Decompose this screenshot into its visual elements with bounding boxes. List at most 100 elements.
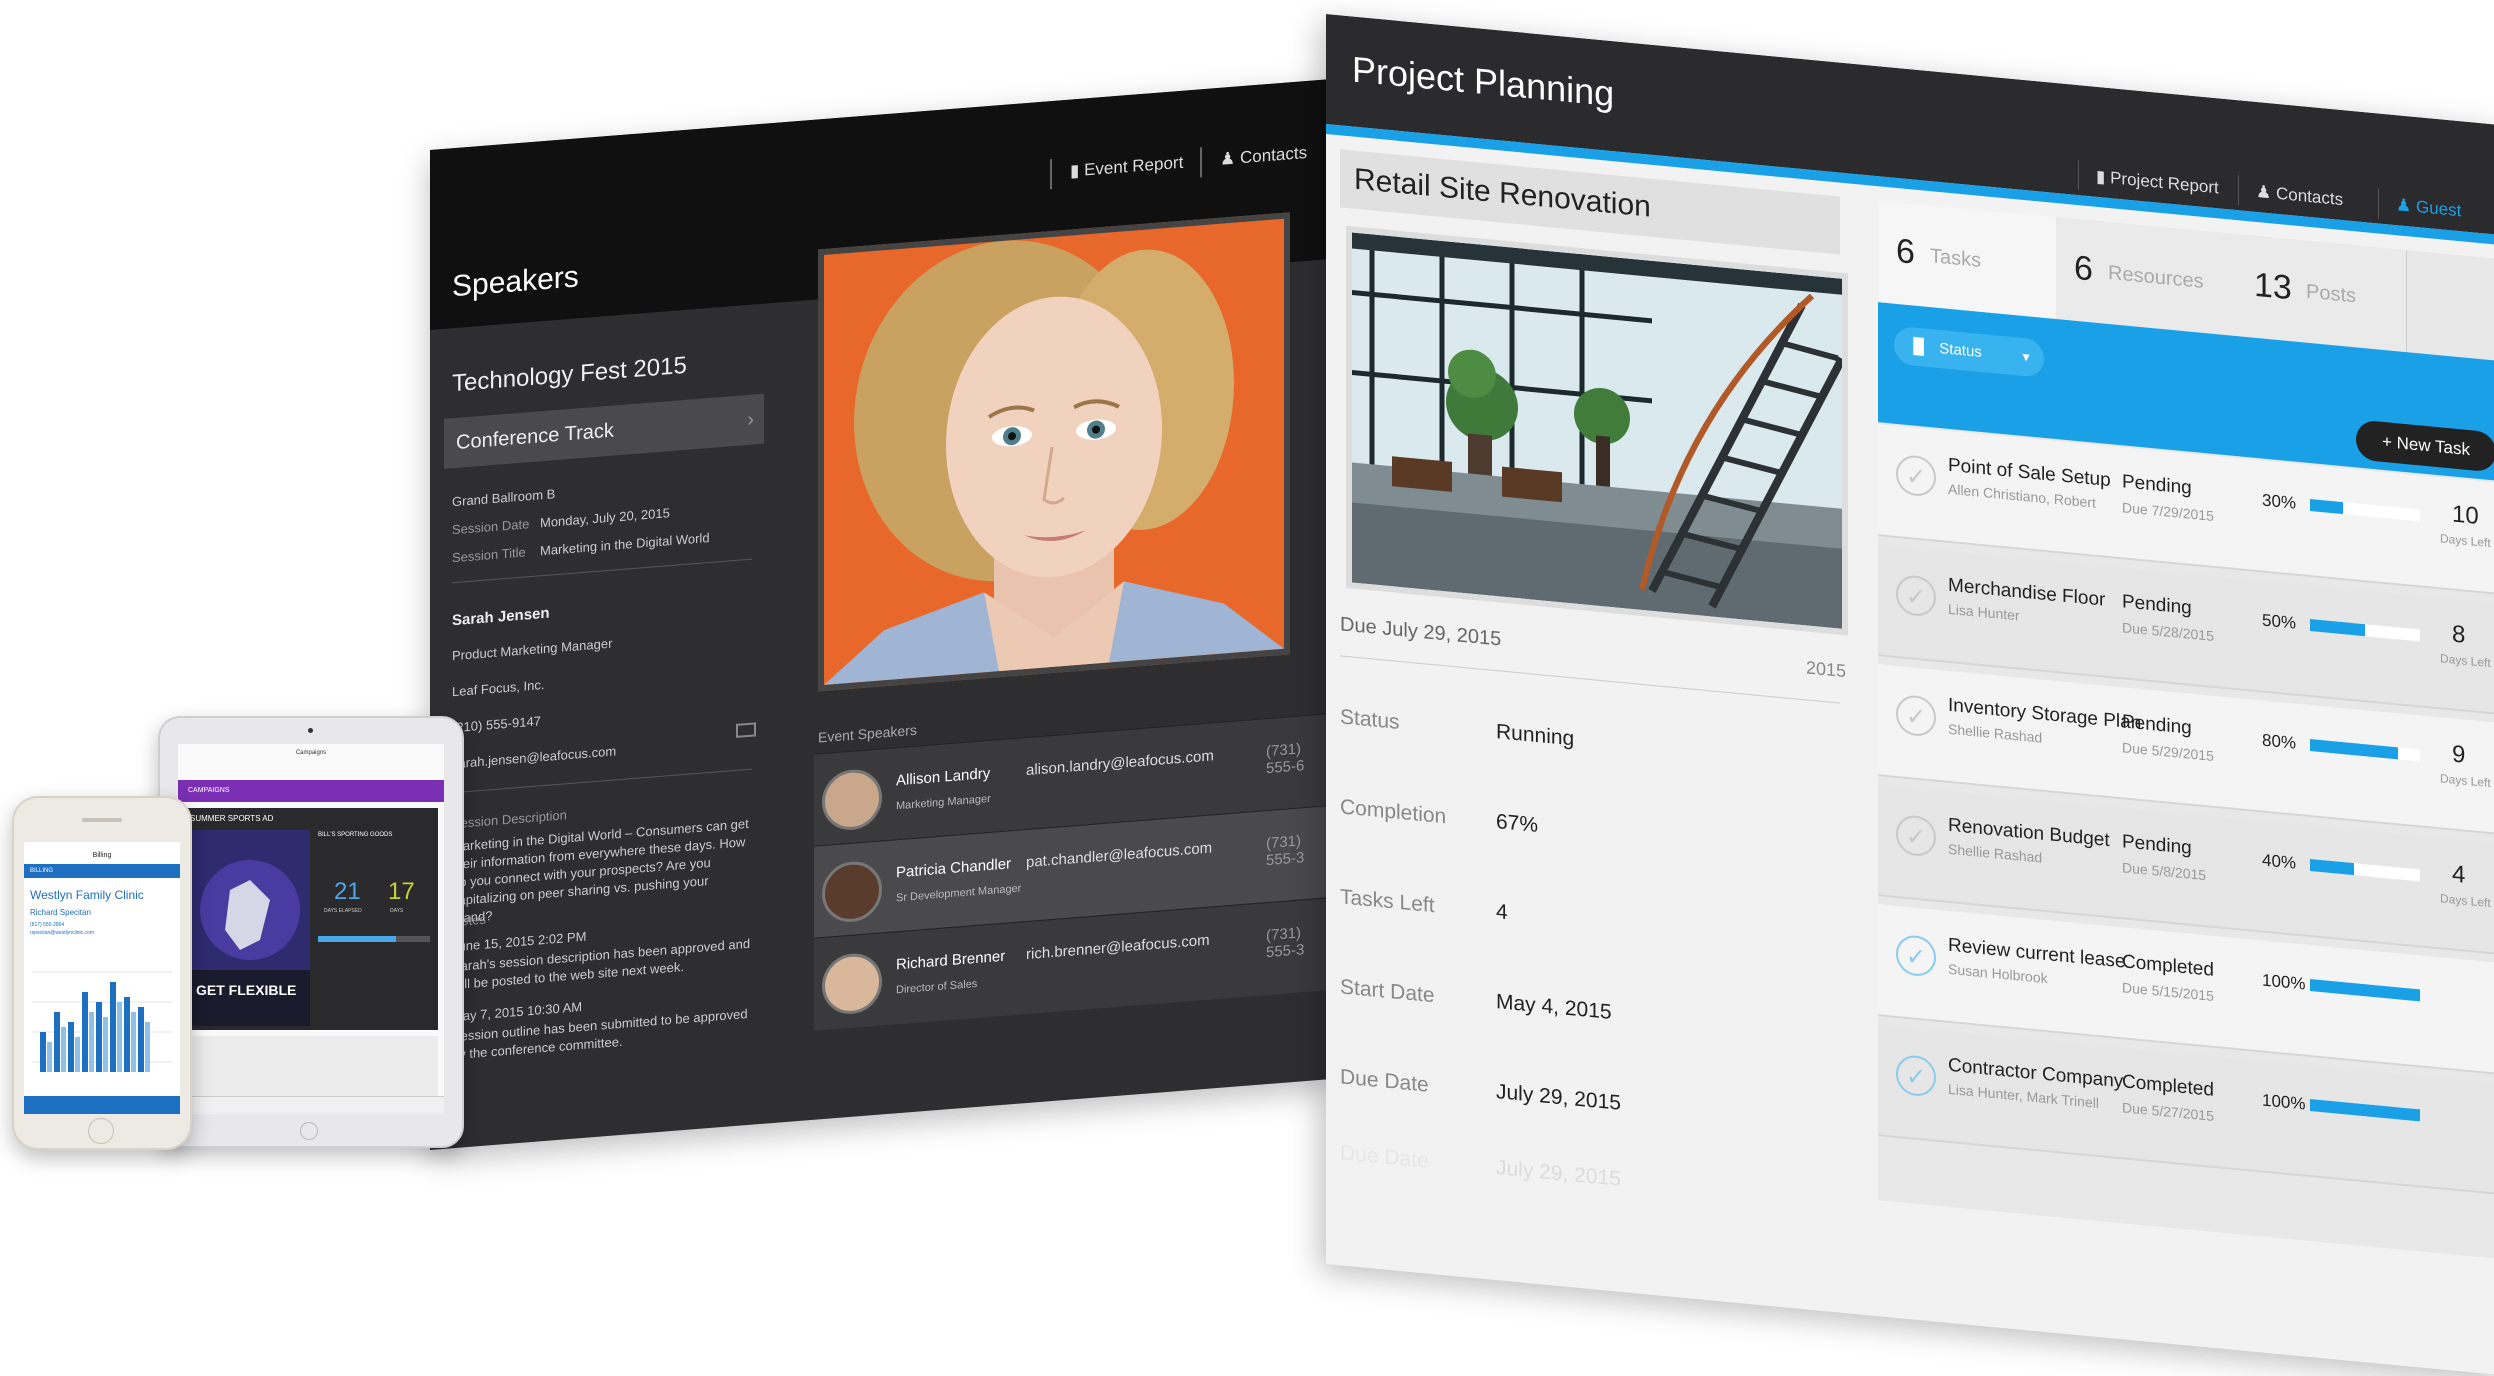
speaker-phone[interactable]: (210) 555-9147 (452, 713, 541, 735)
task-progress-bar (2310, 1099, 2420, 1122)
tab-tasks[interactable]: 6 Tasks (1878, 200, 2057, 320)
mail-icon[interactable] (736, 722, 756, 738)
task-progress-bar (2310, 859, 2420, 882)
session-description: Marketing in the Digital World – Consume… (452, 815, 749, 927)
campaign-progress-fill (318, 936, 397, 942)
speakers-app-screen: Speakers ▮ Event Report ♟ Contacts Techn… (430, 79, 1330, 1151)
task-percent: 80% (2262, 730, 2297, 753)
client-name: BILL'S SPORTING GOODS (318, 832, 393, 838)
task-due-date: Due 5/8/2015 (2122, 859, 2207, 884)
checkmark-icon[interactable]: ✓ (1896, 933, 1936, 978)
task-days-left: 9 (2452, 740, 2466, 769)
resources-tab-label: Resources (2108, 261, 2204, 293)
speaker-row-email[interactable]: pat.chandler@leafocus.com (1026, 839, 1212, 871)
speaker-row-title: Director of Sales (896, 977, 978, 997)
due-date-value: July 29, 2015 (1496, 1080, 1621, 1115)
speaker-row-phone[interactable]: (731) 555-3 (1266, 830, 1330, 869)
task-percent: 50% (2262, 610, 2297, 633)
status-filter-dropdown[interactable]: ▐▌ Status ▼ (1894, 325, 2044, 378)
tab-resources[interactable]: 6 Resources (2056, 217, 2237, 337)
task-due-date: Due 5/29/2015 (2122, 739, 2214, 764)
task-due-date: Due 5/28/2015 (2122, 619, 2214, 644)
divider (452, 558, 752, 584)
task-days-left: 10 (2452, 500, 2479, 530)
speaker-row-phone[interactable]: (731) 555-3 (1266, 922, 1330, 961)
person-icon: ♟ (2256, 181, 2272, 203)
event-speakers-label: Event Speakers (818, 721, 917, 746)
tablet-device: Campaigns CAMPAIGNS SUMMER SPORTS AD GET… (158, 716, 464, 1148)
completion-value: 67% (1496, 810, 1539, 838)
home-button[interactable] (300, 1122, 318, 1140)
portrait-illustration (824, 218, 1284, 685)
event-name: Technology Fest 2015 (452, 351, 687, 398)
posts-tab-label: Posts (2306, 280, 2357, 308)
checkmark-icon[interactable]: ✓ (1896, 813, 1936, 858)
status-value: Running (1496, 720, 1575, 751)
days-left-label: Days Left (2440, 771, 2491, 791)
earpiece (82, 818, 122, 822)
checkmark-icon[interactable]: ✓ (1896, 453, 1936, 498)
task-progress-bar (2310, 499, 2420, 522)
speaker-row-title: Marketing Manager (896, 792, 991, 813)
due-date-label: Due Date (1340, 1065, 1429, 1097)
task-assignee: Shellie Rashad (1948, 840, 2043, 866)
task-percent: 100% (2262, 970, 2306, 994)
topbar-divider (2078, 160, 2079, 191)
session-title: Marketing in the Digital World (540, 529, 710, 559)
clinic-name: Westlyn Family Clinic (30, 888, 144, 902)
campaign-list[interactable] (184, 1036, 438, 1096)
campaign-poster: GET FLEXIBLE (190, 830, 310, 1026)
guest-label: Guest (2415, 197, 2462, 221)
days-elapsed-value: 21 (334, 878, 361, 905)
room-name: Grand Ballroom B (452, 486, 556, 510)
checkmark-icon[interactable]: ✓ (1896, 1053, 1936, 1098)
task-progress-fill (2310, 979, 2420, 1002)
speaker-row-email[interactable]: alison.landry@leafocus.com (1026, 747, 1214, 779)
topbar-divider (2238, 175, 2239, 206)
contact-email[interactable]: rspecitan@westlynclinic.com (30, 930, 94, 936)
tablet-toolbar[interactable] (178, 1096, 444, 1114)
contacts-label: Contacts (1239, 142, 1308, 168)
tasks-left-label: Tasks Left (1340, 885, 1435, 918)
task-status: Completed (2122, 1071, 2214, 1101)
speaker-company: Leaf Focus, Inc. (452, 676, 545, 700)
days-value: 17 (388, 878, 415, 905)
task-percent: 40% (2262, 850, 2297, 873)
contact-name: Richard Specitan (30, 908, 91, 917)
tab-posts[interactable]: 13 Posts (2236, 234, 2407, 353)
speaker-row-email[interactable]: rich.brenner@leafocus.com (1026, 932, 1210, 963)
home-button[interactable] (88, 1118, 114, 1144)
speaker-row-name: Patricia Chandler (896, 855, 1012, 882)
campaign-card[interactable]: SUMMER SPORTS AD GET FLEXIBLE BILL'S SPO… (184, 808, 438, 1030)
new-task-button[interactable]: + New Task (2356, 419, 2494, 473)
poster-headline: GET FLEXIBLE (196, 982, 297, 998)
task-progress-fill (2310, 619, 2365, 637)
checkmark-icon[interactable]: ✓ (1896, 693, 1936, 738)
task-progress-fill (2310, 859, 2354, 876)
interior-illustration (1352, 232, 1846, 629)
due-date-text: Due July 29, 2015 (1340, 613, 1502, 651)
due-date-value-reflection: July 29, 2015 (1496, 1156, 1621, 1191)
contact-phone[interactable]: (817) 555-2864 (30, 922, 64, 928)
task-progress-fill (2310, 739, 2398, 760)
speaker-email[interactable]: sarah.jensen@leafocus.com (452, 743, 616, 771)
conference-track-button[interactable]: Conference Track › (444, 393, 764, 469)
billing-bar-chart (32, 971, 172, 1072)
divider (452, 768, 752, 794)
tasks-panel: 6 Tasks 6 Resources 13 Posts ▐▌ Status ▼ … (1878, 200, 2494, 1260)
due-date-label-reflection: Due Date (1340, 1141, 1429, 1173)
checkmark-icon[interactable]: ✓ (1896, 573, 1936, 618)
topbar-divider (1050, 159, 1052, 190)
task-due-date: Due 7/29/2015 (2122, 499, 2214, 524)
tablet-app-title: Campaigns (295, 750, 327, 756)
speaker-row-phone[interactable]: (731) 555-6 (1266, 738, 1330, 777)
resources-count: 6 (2074, 248, 2093, 289)
task-due-date: Due 5/15/2015 (2122, 979, 2214, 1004)
days-label: DAYS (390, 908, 404, 914)
campaign-name: SUMMER SPORTS AD (190, 814, 274, 823)
task-days-left: 8 (2452, 620, 2466, 649)
days-left-label: Days Left (2440, 531, 2491, 551)
topbar-divider (1200, 147, 1202, 178)
posts-count: 13 (2254, 265, 2292, 308)
phone-tab-bar[interactable] (24, 1096, 180, 1114)
